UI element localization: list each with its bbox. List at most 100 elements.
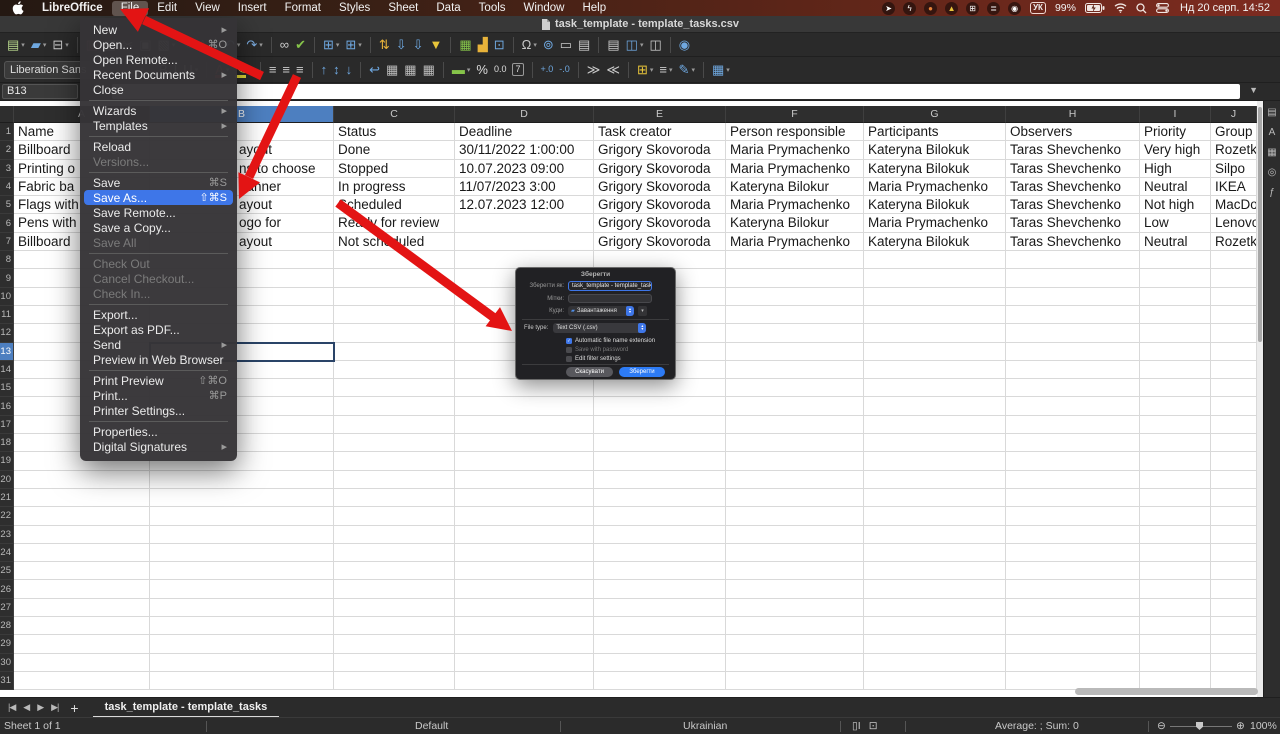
row-header-3[interactable]: 3 <box>0 160 14 178</box>
cell-h9[interactable] <box>1006 269 1140 287</box>
previous-sheet-icon[interactable]: ◀ <box>19 702 33 713</box>
menu-item-printer-settings[interactable]: Printer Settings... <box>80 403 237 418</box>
cell-e31[interactable] <box>594 672 726 690</box>
print-directly-icon[interactable]: ▤ <box>605 35 621 54</box>
menubar-item-edit[interactable]: Edit <box>148 1 186 16</box>
cell-g30[interactable] <box>864 654 1006 672</box>
insert-pivot-table-icon[interactable]: ⊡ <box>492 35 507 54</box>
cell-d6[interactable] <box>455 214 594 232</box>
cell-g11[interactable] <box>864 306 1006 324</box>
cell-i18[interactable] <box>1140 434 1211 452</box>
sidebar-properties-icon[interactable]: ▤ <box>1267 107 1276 118</box>
special-character-icon[interactable]: Ω▾ <box>520 35 539 54</box>
cell-b29[interactable] <box>150 635 334 653</box>
merge-and-center-icon[interactable]: ▦ <box>384 60 400 79</box>
filename-input[interactable]: task_template - template_tasks <box>568 281 652 291</box>
cell-d2[interactable]: 30/11/2022 1:00:00 <box>455 141 594 159</box>
row-header-29[interactable]: 29 <box>0 635 14 653</box>
cell-i19[interactable] <box>1140 452 1211 470</box>
cell-i2[interactable]: Very high <box>1140 141 1211 159</box>
cell-j13[interactable] <box>1211 343 1257 361</box>
menu-item-send[interactable]: Send▸ <box>80 337 237 352</box>
cell-e2[interactable]: Grigory Skovoroda <box>594 141 726 159</box>
cell-f23[interactable] <box>726 526 864 544</box>
currency-format-icon[interactable]: ▬▾ <box>450 60 473 79</box>
cell-d18[interactable] <box>455 434 594 452</box>
cell-c12[interactable] <box>334 324 455 342</box>
battery-icon[interactable] <box>1085 3 1105 13</box>
dropdown-caret-icon[interactable]: ▾ <box>248 66 252 74</box>
cell-f13[interactable] <box>726 343 864 361</box>
cell-j18[interactable] <box>1211 434 1257 452</box>
dropdown-caret-icon[interactable]: ▾ <box>65 41 69 49</box>
cell-c9[interactable] <box>334 269 455 287</box>
find-replace-icon[interactable]: ∞ <box>278 35 291 54</box>
cell-c8[interactable] <box>334 251 455 269</box>
cell-j11[interactable] <box>1211 306 1257 324</box>
cell-i1[interactable]: Priority <box>1140 123 1211 141</box>
cell-c15[interactable] <box>334 379 455 397</box>
cell-c24[interactable] <box>334 544 455 562</box>
cell-f21[interactable] <box>726 489 864 507</box>
cell-j9[interactable] <box>1211 269 1257 287</box>
cell-g24[interactable] <box>864 544 1006 562</box>
menubar-item-format[interactable]: Format <box>276 1 330 16</box>
cell-i12[interactable] <box>1140 324 1211 342</box>
cell-g23[interactable] <box>864 526 1006 544</box>
cell-g19[interactable] <box>864 452 1006 470</box>
cell-d25[interactable] <box>455 562 594 580</box>
cell-f28[interactable] <box>726 617 864 635</box>
row-header-19[interactable]: 19 <box>0 452 14 470</box>
cell-f3[interactable]: Maria Prymachenko <box>726 160 864 178</box>
row-header-7[interactable]: 7 <box>0 233 14 251</box>
cell-e30[interactable] <box>594 654 726 672</box>
cell-c16[interactable] <box>334 397 455 415</box>
menubar-item-window[interactable]: Window <box>515 1 574 16</box>
cell-e25[interactable] <box>594 562 726 580</box>
cell-c1[interactable]: Status <box>334 123 455 141</box>
cell-i17[interactable] <box>1140 416 1211 434</box>
cell-b23[interactable] <box>150 526 334 544</box>
dropdown-caret-icon[interactable]: ▾ <box>336 41 340 49</box>
cell-h20[interactable] <box>1006 471 1140 489</box>
cell-f7[interactable]: Maria Prymachenko <box>726 233 864 251</box>
cell-d22[interactable] <box>455 507 594 525</box>
wifi-icon[interactable] <box>1114 3 1127 13</box>
new-document-icon[interactable]: ▤▾ <box>5 35 27 54</box>
cell-g16[interactable] <box>864 397 1006 415</box>
parallels-icon[interactable]: ⊞ <box>966 2 979 15</box>
cell-g5[interactable]: Kateryna Bilokuk <box>864 196 1006 214</box>
cell-c22[interactable] <box>334 507 455 525</box>
cell-j24[interactable] <box>1211 544 1257 562</box>
expand-dialog-chevron-icon[interactable]: ▾ <box>638 306 647 316</box>
cell-h19[interactable] <box>1006 452 1140 470</box>
row-header-26[interactable]: 26 <box>0 580 14 598</box>
cell-d19[interactable] <box>455 452 594 470</box>
column-header-h[interactable]: H <box>1006 106 1140 123</box>
decrease-indent-icon[interactable]: ≪ <box>604 60 622 79</box>
cell-h23[interactable] <box>1006 526 1140 544</box>
cell-d26[interactable] <box>455 580 594 598</box>
redo-icon[interactable]: ↷▾ <box>244 35 264 54</box>
row-header-13[interactable]: 13 <box>0 343 14 361</box>
cell-c29[interactable] <box>334 635 455 653</box>
cell-c27[interactable] <box>334 599 455 617</box>
row-header-10[interactable]: 10 <box>0 288 14 306</box>
cell-d20[interactable] <box>455 471 594 489</box>
wrap-text-icon[interactable]: ↩ <box>367 60 382 79</box>
cell-g25[interactable] <box>864 562 1006 580</box>
menubar-item-data[interactable]: Data <box>427 1 469 16</box>
cell-g22[interactable] <box>864 507 1006 525</box>
cell-j12[interactable] <box>1211 324 1257 342</box>
cell-f27[interactable] <box>726 599 864 617</box>
cell-j10[interactable] <box>1211 288 1257 306</box>
cell-d7[interactable] <box>455 233 594 251</box>
cell-g27[interactable] <box>864 599 1006 617</box>
cell-c4[interactable]: In progress <box>334 178 455 196</box>
menubar-item-view[interactable]: View <box>186 1 229 16</box>
dropdown-caret-icon[interactable]: ▾ <box>650 66 654 74</box>
cell-i20[interactable] <box>1140 471 1211 489</box>
dropdown-caret-icon[interactable]: ▾ <box>21 41 25 49</box>
border-color-icon[interactable]: ✎▾ <box>677 60 697 79</box>
cell-f15[interactable] <box>726 379 864 397</box>
